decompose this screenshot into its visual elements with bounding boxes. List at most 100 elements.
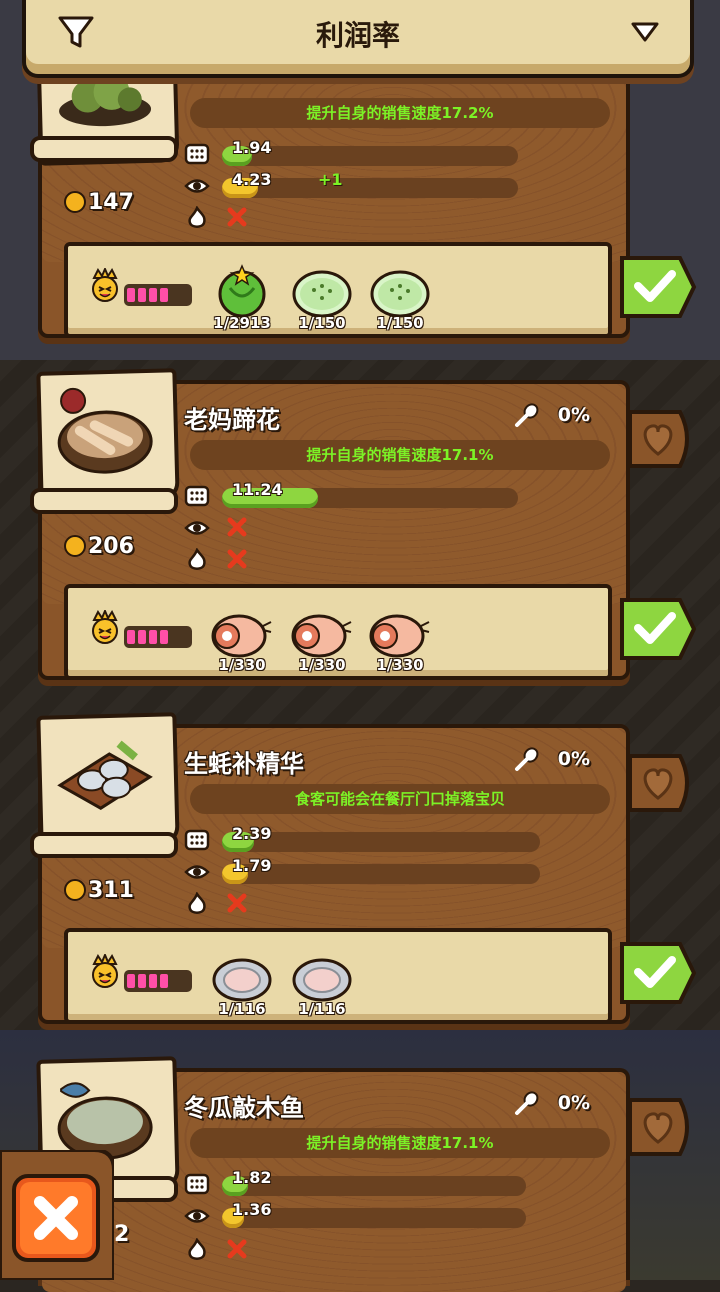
effect-banner: 提升自身的销售速度17.1% (190, 440, 610, 470)
profit-ratio: 0% (557, 404, 590, 426)
price: 147 (64, 190, 134, 215)
sort-title[interactable]: 利润率 (26, 14, 690, 54)
dish-name: 冬瓜敲木鱼 (184, 1094, 304, 1122)
coin-icon (64, 191, 86, 213)
pork-leg-icon (369, 614, 430, 658)
crown-face-icon (92, 610, 118, 644)
dish-name: 老妈蹄花 (184, 406, 280, 434)
oyster-icon (292, 958, 352, 1002)
coin-icon (64, 535, 86, 557)
flame-icon (188, 892, 206, 914)
view-value: 4.23 (232, 170, 272, 189)
eye-icon (184, 865, 210, 879)
view-value: 1.79 (232, 856, 272, 875)
close-badge-count: 2 (114, 1222, 130, 1247)
cash-register-icon (184, 143, 210, 165)
ingredient-count: 1/330 (298, 656, 346, 674)
ingredient-slot[interactable]: 1/330 (206, 606, 278, 678)
thumbnail-scroll-edge (30, 488, 178, 514)
view-bonus: +1 (318, 170, 343, 189)
dropdown-triangle-icon[interactable] (630, 20, 660, 44)
ingredient-count: 1/150 (298, 314, 346, 332)
cash-register-icon (184, 1173, 210, 1195)
cash-register-icon (184, 485, 210, 507)
oyster-icon (212, 958, 272, 1002)
price: 206 (64, 534, 134, 559)
confirm-check-button[interactable] (618, 252, 698, 322)
eye-icon (184, 521, 210, 535)
crown-face-icon (92, 268, 118, 302)
eye-icon (184, 179, 210, 193)
ingredient-count: 1/116 (218, 1000, 266, 1018)
spoon-icon (515, 403, 539, 427)
none-x-icon (227, 1239, 247, 1259)
lettuce-icon (218, 264, 266, 318)
recipe-card: 提升自身的销售速度17.2% 1.94 4.23 +1 147 1/2913 1… (30, 38, 697, 338)
flame-icon (188, 548, 206, 570)
none-x-icon (227, 549, 247, 569)
view-value: 1.36 (232, 1200, 272, 1219)
effect-banner: 提升自身的销售速度17.1% (190, 1128, 610, 1158)
flame-icon (188, 1238, 206, 1260)
ingredient-slot[interactable]: 1/116 (206, 950, 278, 1022)
spoon-icon (515, 1091, 539, 1115)
ingredient-slot[interactable]: 1/150 (364, 264, 436, 336)
pork-leg-icon (211, 614, 272, 658)
recipe-card: 老妈蹄花 0% 提升自身的销售速度17.1% 11.24 206 1/330 1… (30, 368, 697, 680)
level-bar (124, 284, 192, 306)
close-button[interactable] (0, 1150, 114, 1280)
effect-banner: 提升自身的销售速度17.2% (190, 98, 610, 128)
spoon-icon (515, 747, 539, 771)
speed-value: 2.39 (232, 824, 272, 843)
recipe-card: 生蚝补精华 0% 食客可能会在餐厅门口掉落宝贝 2.39 1.79 311 1/… (30, 712, 697, 1024)
cash-register-icon (184, 829, 210, 851)
thumbnail-scroll-edge (30, 832, 178, 858)
pork-trotter-soup-icon (57, 387, 153, 474)
effect-banner: 食客可能会在餐厅门口掉落宝贝 (190, 784, 610, 814)
recipe-card: 冬瓜敲木鱼 0% 提升自身的销售速度17.1% 1.82 1.36 (30, 1056, 689, 1292)
ingredient-count: 1/150 (376, 314, 424, 332)
cucumber-slice-icon (292, 270, 352, 318)
ingredient-panel: 1/2913 1/150 1/150 (64, 242, 612, 338)
ingredient-count: 1/2913 (213, 314, 271, 332)
ingredient-count: 1/330 (376, 656, 424, 674)
ingredient-slot[interactable]: 1/150 (286, 264, 358, 336)
ingredient-slot[interactable]: 1/2913 (206, 264, 278, 336)
ingredient-slot[interactable]: 1/330 (286, 606, 358, 678)
recipe-list[interactable]: 提升自身的销售速度17.2% 1.94 4.23 +1 147 1/2913 1… (0, 0, 720, 1292)
header-bar: 利润率 (22, 0, 694, 78)
thumbnail-scroll-edge (30, 136, 178, 162)
ingredient-slot[interactable]: 1/330 (364, 606, 436, 678)
ingredient-slot[interactable]: 1/116 (286, 950, 358, 1022)
price: 311 (64, 878, 134, 903)
level-bar (124, 626, 192, 648)
ingredient-count: 1/116 (298, 1000, 346, 1018)
level-bar (124, 970, 192, 992)
confirm-check-button[interactable] (618, 938, 698, 1008)
dish-thumbnail (36, 712, 180, 848)
favorite-heart-button[interactable] (628, 408, 696, 470)
speed-value: 1.82 (232, 1168, 272, 1187)
ingredient-panel: 1/116 1/116 (64, 928, 612, 1024)
speed-value: 11.24 (232, 480, 283, 499)
confirm-check-button[interactable] (618, 594, 698, 664)
none-x-icon (227, 207, 247, 227)
favorite-heart-button[interactable] (628, 1096, 696, 1158)
profit-ratio: 0% (557, 748, 590, 770)
crown-face-icon (92, 954, 118, 988)
cucumber-slice-icon (370, 270, 430, 318)
none-x-icon (227, 517, 247, 537)
profit-ratio: 0% (557, 1092, 590, 1114)
ingredient-panel: 1/330 1/330 1/330 (64, 584, 612, 680)
speed-value: 1.94 (232, 138, 272, 157)
coin-icon (64, 879, 86, 901)
dish-thumbnail (36, 368, 180, 504)
favorite-heart-button[interactable] (628, 752, 696, 814)
oyster-platter-icon (57, 740, 153, 810)
pork-leg-icon (291, 614, 352, 658)
dish-name: 生蚝补精华 (184, 750, 304, 778)
flame-icon (188, 206, 206, 228)
eye-icon (184, 1209, 210, 1223)
none-x-icon (227, 893, 247, 913)
ingredient-count: 1/330 (218, 656, 266, 674)
